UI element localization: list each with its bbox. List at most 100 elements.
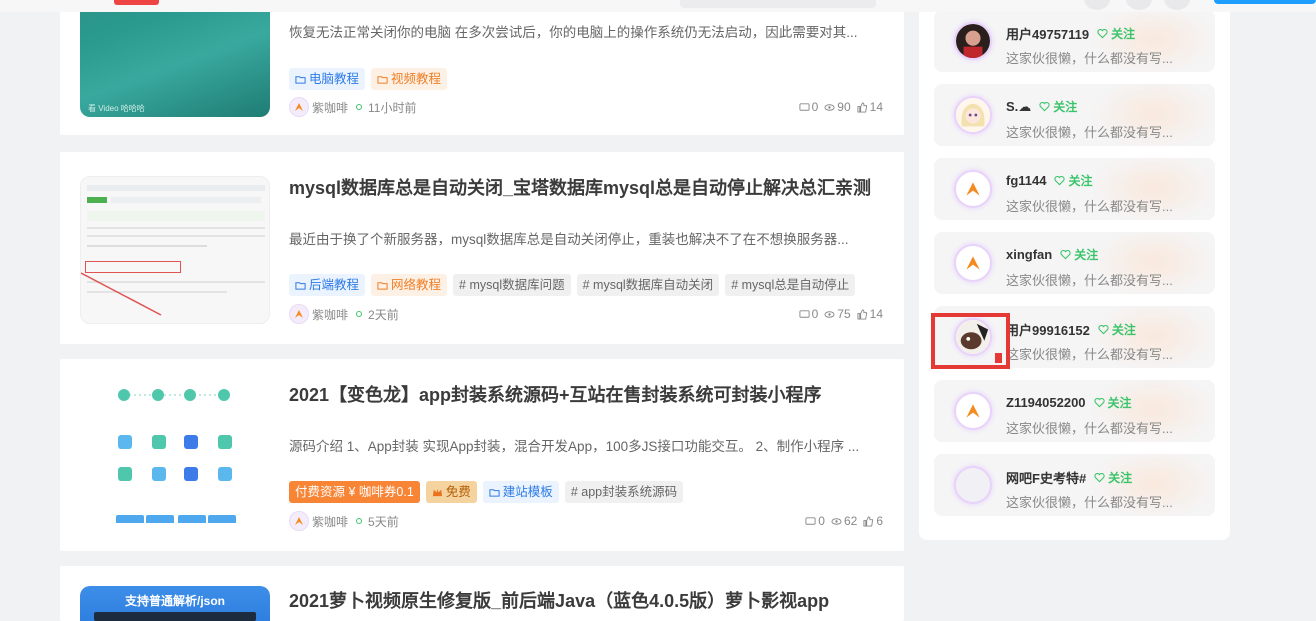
user-card[interactable]: xingfan 关注 这家伙很懒，什么都没有写... [934,232,1215,294]
post-meta: 紫咖啡 2天前 0 75 14 [289,303,883,325]
post-card[interactable]: 支持普通解析/json 2021萝卜视频原生修复版_前后端Java（蓝色4.0.… [60,566,904,621]
user-name[interactable]: S.☁ [1006,99,1031,115]
view-count: 75 [837,307,851,321]
category-tag[interactable]: 建站模板 [482,481,559,503]
heart-icon [1060,249,1071,260]
follow-button[interactable]: 关注 [1054,172,1093,189]
author-avatar[interactable] [289,97,309,117]
heart-icon [1098,324,1109,335]
paid-resource-badge[interactable]: 付费资源 ¥ 咖啡券0.1 [289,481,420,503]
hashtag-tag[interactable]: # mysql数据库自动关闭 [576,274,720,296]
user-card[interactable]: S.☁ 关注 这家伙很懒，什么都没有写... [934,84,1215,146]
crown-icon [432,488,442,496]
user-avatar[interactable] [954,22,992,60]
follow-button[interactable]: 关注 [1060,246,1098,263]
thumbnail-caption: 看 Video 哈哈哈 [88,104,145,113]
category-tag[interactable]: 电脑教程 [289,68,366,90]
nav-red-button[interactable] [114,0,159,5]
folder-icon [489,488,500,497]
hashtag-tag[interactable]: # mysql总是自动停止 [725,274,856,296]
post-title[interactable]: mysql数据库总是自动关闭_宝塔数据库mysql总是自动停止解决总汇亲测 [289,174,889,200]
follow-button[interactable]: 关注 [1039,98,1077,115]
post-time: 2天前 [368,307,399,322]
user-bio: 这家伙很懒，什么都没有写... [1006,51,1173,66]
user-avatar[interactable] [954,170,992,208]
user-card[interactable]: Z1194052200 关注 这家伙很懒，什么都没有写... [934,380,1215,442]
nav-icon-button[interactable] [1164,0,1190,10]
heart-icon [1097,28,1108,39]
post-title[interactable]: 2021【变色龙】app封装系统源码+互站在售封装系统可封装小程序 [289,381,889,407]
user-avatar[interactable] [954,392,992,430]
photo-avatar-icon [956,24,990,58]
comment-count: 0 [811,307,819,321]
user-name[interactable]: xingfan [1006,247,1052,262]
post-thumbnail[interactable]: 看 Video 哈哈哈 [80,0,270,117]
heart-icon [1039,101,1050,112]
category-tag[interactable]: 后端教程 [289,274,366,296]
author-avatar[interactable] [289,511,309,531]
user-card[interactable]: 用户49757119 关注 这家伙很懒，什么都没有写... [934,10,1215,72]
heart-icon [1054,175,1066,186]
like-count: 14 [869,100,883,114]
anime-avatar-icon [956,98,990,132]
comment-icon [799,102,810,111]
highlight-marker [995,353,1002,363]
follow-button[interactable]: 关注 [1093,394,1132,411]
post-title[interactable]: 2021萝卜视频原生修复版_前后端Java（蓝色4.0.5版）萝卜影视app [289,587,889,613]
post-meta: 紫咖啡 11小时前 0 90 14 [289,96,883,118]
user-card[interactable]: 网吧F史考特# 关注 这家伙很懒，什么都没有写... [934,454,1215,516]
category-tag[interactable]: 视频教程 [371,68,448,90]
user-avatar[interactable] [954,244,992,282]
post-thumbnail[interactable]: 支持普通解析/json [80,586,270,621]
post-tags: 付费资源 ¥ 咖啡券0.1 免费 建站模板 # app封装系统源码 [289,481,684,503]
free-badge[interactable]: 免费 [425,481,477,503]
user-name[interactable]: 网吧F史考特# [1006,468,1086,487]
user-bio: 这家伙很懒，什么都没有写... [1006,273,1173,288]
nav-blue-button[interactable] [1214,0,1316,4]
hashtag-tag[interactable]: # mysql数据库问题 [453,274,571,296]
author-name[interactable]: 紫咖啡 [312,99,348,116]
online-dot-icon [356,311,363,317]
search-input[interactable] [680,0,876,8]
view-count: 62 [843,514,858,528]
author-avatar[interactable] [289,304,309,324]
folder-icon [295,75,306,84]
user-avatar[interactable] [954,96,992,134]
hashtag-tag[interactable]: # app封装系统源码 [564,481,684,503]
post-thumbnail[interactable] [80,375,270,523]
user-name[interactable]: 用户99916152 [1006,320,1090,339]
eye-icon [824,103,835,111]
user-name[interactable]: Z1194052200 [1006,395,1086,410]
user-name[interactable]: 用户49757119 [1006,24,1089,43]
user-card[interactable]: fg1144 关注 这家伙很懒，什么都没有写... [934,158,1215,220]
user-bio: 这家伙很懒，什么都没有写... [1006,125,1173,140]
user-avatar[interactable] [954,466,992,504]
eye-icon [824,310,835,318]
nav-avatar[interactable] [1084,0,1110,10]
user-bio: 这家伙很懒，什么都没有写... [1006,495,1173,510]
post-card[interactable]: 2021【变色龙】app封装系统源码+互站在售封装系统可封装小程序 源码介绍 1… [60,359,904,551]
user-bio: 这家伙很懒，什么都没有写... [1006,421,1173,436]
folder-icon [377,75,388,84]
author-name[interactable]: 紫咖啡 [312,306,348,323]
thumbs-up-icon [857,101,867,113]
user-name[interactable]: fg1144 [1006,173,1046,188]
user-bio: 这家伙很懒，什么都没有写... [1006,347,1173,362]
follow-button[interactable]: 关注 [1094,469,1132,486]
follow-button[interactable]: 关注 [1097,25,1135,42]
thumbs-up-icon [863,515,874,527]
post-thumbnail[interactable] [80,176,270,324]
post-card[interactable]: mysql数据库总是自动关闭_宝塔数据库mysql总是自动停止解决总汇亲测 最近… [60,152,904,344]
post-time: 5天前 [368,514,399,529]
nav-icon-button[interactable] [1126,0,1152,10]
author-name[interactable]: 紫咖啡 [312,513,348,530]
follow-button[interactable]: 关注 [1098,321,1136,338]
thumbnail-caption: 支持普通解析/json [124,594,225,608]
red-arrow-icon [81,272,162,316]
default-avatar-icon [966,404,980,418]
category-tag[interactable]: 网络教程 [371,274,448,296]
online-dot-icon [356,104,363,110]
post-card[interactable]: 看 Video 哈哈哈 恢复无法正常关闭你的电脑 在多次尝试后，你的电脑上的操作… [60,0,904,135]
post-excerpt: 恢复无法正常关闭你的电脑 在多次尝试后，你的电脑上的操作系统仍无法启动，因此需要… [289,25,858,40]
post-meta: 紫咖啡 5天前 0 62 6 [289,510,883,532]
